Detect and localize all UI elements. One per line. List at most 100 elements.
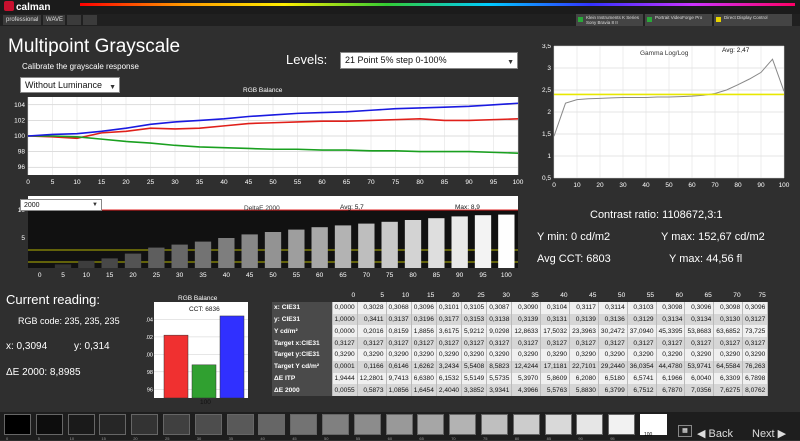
x-tick-label: 85	[433, 272, 441, 279]
x-tick-label: 15	[106, 272, 114, 279]
swatch-80[interactable]	[512, 414, 540, 435]
column-header: 70	[713, 290, 743, 302]
swatch-55[interactable]	[353, 414, 381, 435]
y-tick-label: 1	[547, 153, 551, 160]
generator-status-led	[647, 17, 652, 22]
swatch-30[interactable]	[194, 414, 222, 435]
table-cell: 0,0000	[332, 325, 358, 338]
table-cell: 0,3290	[386, 348, 412, 361]
swatch-50[interactable]	[322, 414, 349, 435]
swatch-95[interactable]	[608, 414, 636, 435]
table-corner	[272, 290, 332, 302]
swatch-85[interactable]	[544, 414, 572, 435]
swatch-45[interactable]	[290, 414, 318, 435]
swatch-5[interactable]	[35, 414, 63, 435]
deltae-select[interactable]: 2000 ▼	[20, 199, 102, 211]
avg-cct: Avg CCT: 6803	[537, 253, 611, 265]
x-tick-label: 75	[392, 179, 400, 186]
table-cell: 0,0000	[332, 301, 358, 314]
table-cell: 0,3290	[461, 348, 488, 361]
green-bar	[191, 364, 217, 399]
back-label: Back	[708, 428, 733, 440]
table-cell: 0,3153	[461, 313, 488, 326]
tab-extra-1[interactable]	[67, 15, 81, 25]
x-tick-label: 55	[293, 272, 301, 279]
chevron-down-icon: ▼	[92, 202, 98, 208]
rgb-code: RGB code: 235, 235, 235	[18, 316, 120, 326]
swatch-0[interactable]	[4, 414, 31, 435]
table-cell: 0,3127	[386, 337, 412, 349]
swatch-20[interactable]	[131, 414, 159, 435]
table-cell: 0,3127	[569, 337, 599, 349]
luminance-select[interactable]: Without Luminance ▼	[20, 77, 120, 93]
x-tick-label: 90	[757, 182, 765, 189]
swatch-10[interactable]	[67, 414, 95, 435]
back-button[interactable]: ◀ Back	[697, 427, 733, 440]
swatch-40[interactable]	[258, 414, 286, 435]
swatch-90[interactable]	[576, 414, 604, 435]
column-header: 20	[436, 290, 462, 302]
row-label: Target Y cd/m²	[272, 360, 333, 373]
x-tick-label: 100	[501, 272, 512, 279]
table-row: x: CIE31 0,0000 0,3028 0,3068 0,3096 0,3101 0,…	[272, 301, 769, 314]
x-tick-label: 65	[339, 272, 347, 279]
grid-icon[interactable]: ▦	[678, 425, 692, 437]
tab-extra-2[interactable]	[83, 15, 97, 25]
column-header: 5	[357, 290, 387, 302]
table-row: Target x:CIE31 0,3127 0,3127 0,3127 0,3127 0,…	[272, 337, 769, 349]
row-label: ΔE ITP	[272, 372, 333, 385]
table-cell: 8,5823	[486, 360, 513, 373]
deltae-avg: Avg: 5,7	[340, 204, 364, 211]
swatch-60[interactable]	[385, 414, 413, 435]
table-cell: 6,0040	[684, 372, 715, 385]
tab-wave[interactable]: WAVE	[43, 15, 65, 25]
y-max-fl: Y max: 44,56 fl	[669, 253, 743, 265]
swatch-label: 50	[324, 436, 329, 441]
table-row: Target Y cd/m² 0,0001 0,1166 0,6146 1,6262 3,…	[272, 360, 769, 373]
device-display-control[interactable]: Direct Display Control	[714, 14, 792, 26]
x-tick-label: 70	[363, 272, 371, 279]
table-cell: 53,8683	[684, 325, 715, 338]
device-meter[interactable]: Klein Instruments K Series Sony Bravia 8…	[576, 14, 643, 26]
calman-logo: calman	[4, 1, 50, 13]
table-cell: 5,5149	[461, 372, 488, 385]
table-cell: 0,3127	[742, 337, 769, 349]
mini-x-label: 100	[200, 399, 211, 406]
table-cell: 0,3028	[357, 301, 387, 314]
swatch-15[interactable]	[99, 414, 127, 435]
x-tick-label: 5	[51, 179, 55, 186]
deltae-bar	[241, 234, 258, 268]
table-cell: 0,3290	[486, 348, 513, 361]
table-cell: 73,725	[742, 325, 769, 338]
deltae-bar	[498, 214, 515, 268]
swatch-65[interactable]	[417, 414, 445, 435]
y-tick-label: 2,5	[542, 87, 551, 94]
table-cell: 44,4780	[656, 360, 686, 373]
table-cell: 0,3290	[411, 348, 437, 361]
table-cell: 0,3290	[511, 348, 542, 361]
row-label: Target y:CIE31	[272, 348, 333, 361]
swatch-25[interactable]	[163, 414, 190, 435]
table-row: y: CIE31 1,0000 0,3411 0,3137 0,3196 0,3177 0,…	[272, 313, 769, 326]
x-tick-label: 25	[147, 179, 155, 186]
x-tick-label: 0	[38, 272, 42, 279]
table-cell: 36,0354	[627, 360, 657, 373]
y-tick-label: 3,5	[542, 44, 551, 50]
levels-select[interactable]: 21 Point 5% step 0-100% ▼	[340, 52, 518, 69]
table-cell: 1,9444	[332, 372, 358, 385]
table-cell: 5,8830	[569, 384, 599, 397]
tab-professional[interactable]: professional	[3, 15, 41, 25]
swatch-70[interactable]	[449, 414, 477, 435]
x-tick-label: 20	[596, 182, 604, 189]
next-button[interactable]: Next ▶	[752, 427, 786, 440]
swatch-75[interactable]	[481, 414, 508, 435]
table-cell: 6,7512	[627, 384, 657, 397]
chevron-down-icon: ▼	[507, 59, 514, 66]
x-tick-label: 90	[465, 179, 473, 186]
swatch-label: 85	[546, 436, 552, 441]
table-cell: 17,5032	[540, 325, 571, 338]
swatch-label: 75	[483, 436, 488, 441]
device-pattern-generator[interactable]: Portrait VideoForge Pro	[645, 14, 712, 26]
swatch-35[interactable]	[226, 414, 254, 435]
table-cell: 63,6852	[713, 325, 744, 338]
